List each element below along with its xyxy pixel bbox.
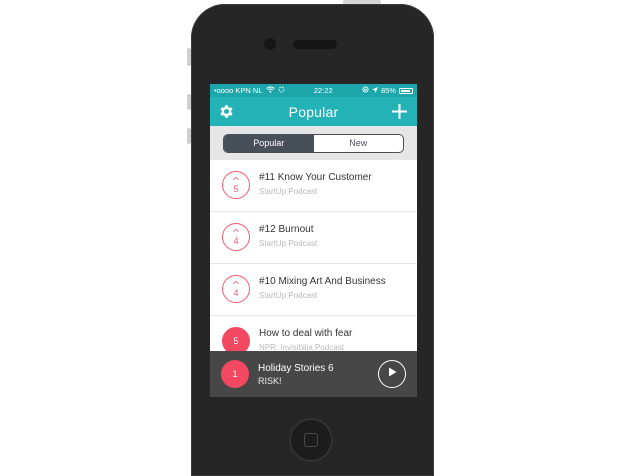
vote-count: 5 <box>233 183 239 194</box>
episode-title: #12 Burnout <box>259 224 314 235</box>
list-item[interactable]: ^ 4 #12 Burnout StartUp Podcast <box>210 212 417 264</box>
chevron-up-icon: ^ <box>232 279 240 289</box>
front-camera <box>264 38 276 50</box>
episode-title: #10 Mixing Art And Business <box>259 276 386 287</box>
play-icon <box>386 365 398 383</box>
podcast-name: StartUp Podcast <box>259 187 318 196</box>
upvote-button[interactable]: ^ 4 <box>222 275 250 303</box>
chevron-up-icon: ^ <box>232 175 240 185</box>
app-screen: •oooo KPN NL 22:22 85% Popular Popular N… <box>210 84 417 397</box>
episode-title: #11 Know Your Customer <box>259 172 372 183</box>
episode-title: How to deal with fear <box>259 328 353 339</box>
player-subtitle: RISK! <box>258 376 282 386</box>
podcast-name: StartUp Podcast <box>259 291 318 300</box>
battery-percent: 85% <box>380 86 396 95</box>
page-title: Popular <box>288 103 339 120</box>
rank-badge: 1 <box>221 360 249 388</box>
activity-icon <box>278 86 285 95</box>
play-button[interactable] <box>378 360 406 388</box>
location-icon <box>371 86 378 95</box>
plus-icon[interactable] <box>391 103 408 120</box>
earpiece-speaker <box>293 40 337 49</box>
status-bar: •oooo KPN NL 22:22 85% <box>210 84 417 97</box>
segment-bar: Popular New <box>210 126 417 160</box>
player-title: Holiday Stories 6 <box>258 363 334 374</box>
tab-new[interactable]: New <box>314 135 404 152</box>
nav-bar: Popular <box>210 97 417 126</box>
vote-count: 4 <box>233 287 239 298</box>
home-button[interactable] <box>289 418 333 462</box>
gear-icon[interactable] <box>218 103 235 120</box>
upvote-button[interactable]: ^ 5 <box>222 171 250 199</box>
upvote-button[interactable]: ^ 4 <box>222 223 250 251</box>
wifi-icon <box>265 86 275 95</box>
episode-list: ^ 5 #11 Know Your Customer StartUp Podca… <box>210 160 417 368</box>
tab-popular[interactable]: Popular <box>224 134 314 152</box>
vote-count: 4 <box>233 235 239 246</box>
battery-icon <box>398 87 413 94</box>
rotation-lock-icon <box>362 86 369 95</box>
status-time: 22:22 <box>313 86 333 95</box>
carrier-label: •oooo KPN NL <box>214 86 263 95</box>
vote-count: 5 <box>233 336 239 346</box>
podcast-name: StartUp Podcast <box>259 239 318 248</box>
list-item[interactable]: ^ 5 #11 Know Your Customer StartUp Podca… <box>210 160 417 212</box>
mini-player[interactable]: 1 Holiday Stories 6 RISK! <box>210 351 417 397</box>
list-item[interactable]: ^ 4 #10 Mixing Art And Business StartUp … <box>210 264 417 316</box>
chevron-up-icon: ^ <box>232 227 240 237</box>
segmented-control: Popular New <box>223 133 404 153</box>
